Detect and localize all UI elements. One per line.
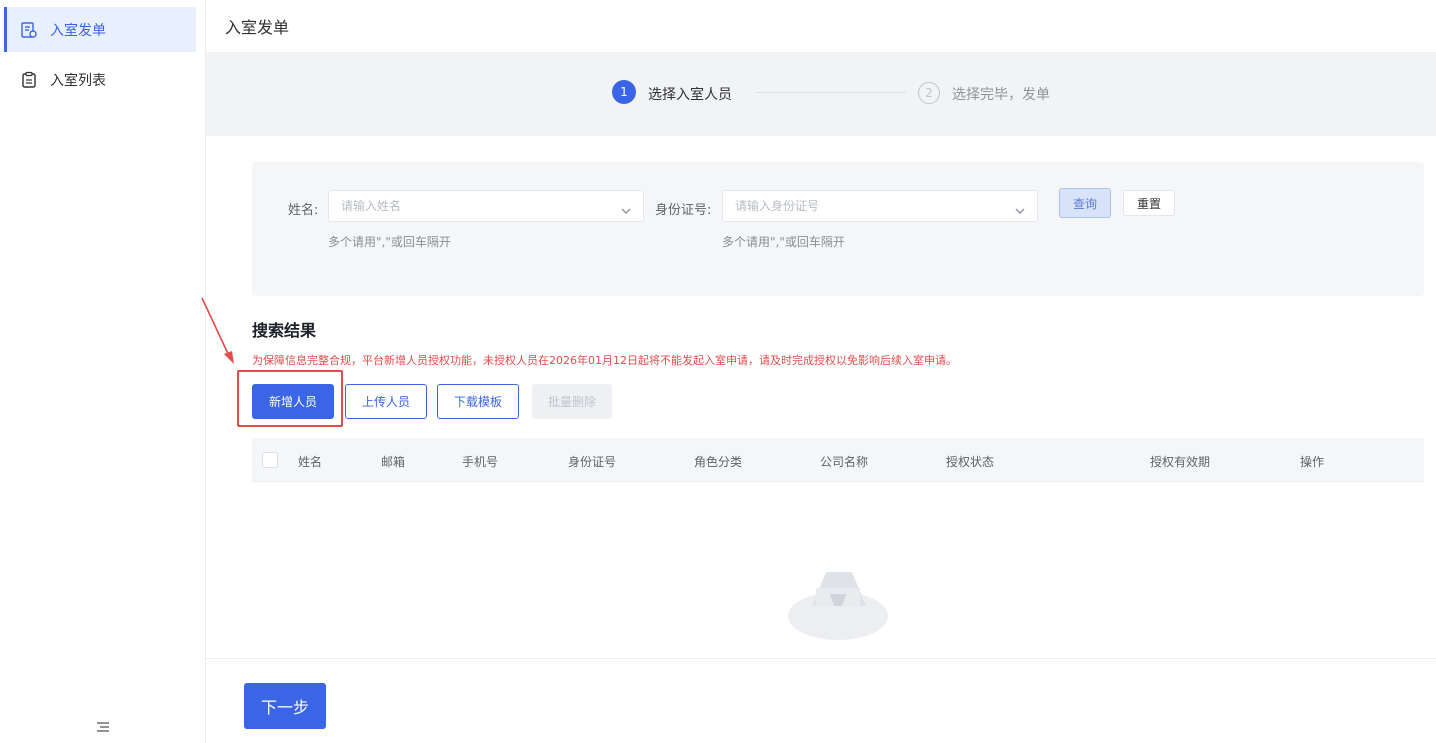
steps-bar xyxy=(206,52,1436,136)
select-all-checkbox[interactable] xyxy=(262,452,278,468)
annotation-arrow xyxy=(201,297,234,364)
form-icon xyxy=(20,21,38,39)
id-number-input[interactable] xyxy=(722,190,1038,222)
column-email: 邮箱 xyxy=(381,455,406,469)
next-step-button[interactable]: 下一步 xyxy=(244,683,326,729)
id-help-text: 多个请用","或回车隔开 xyxy=(722,235,845,249)
step-2-label: 选择完毕，发单 xyxy=(952,87,1050,103)
step-connector xyxy=(756,92,906,93)
column-name: 姓名 xyxy=(298,455,323,469)
sidebar-item-list[interactable]: 入室列表 xyxy=(4,57,196,102)
footer-bar xyxy=(206,658,1436,743)
page-title-text: 入室发单 xyxy=(225,18,290,37)
search-panel xyxy=(252,162,1424,296)
menu-fold-icon[interactable] xyxy=(94,719,112,735)
step-1-number: 1 xyxy=(612,80,636,104)
sidebar-item-label: 入室列表 xyxy=(50,72,106,89)
page-title: 入室发单 xyxy=(206,0,1436,52)
column-role: 角色分类 xyxy=(694,455,743,469)
query-button[interactable]: 查询 xyxy=(1059,188,1111,218)
reset-button[interactable]: 重置 xyxy=(1123,190,1175,216)
sidebar-item-label: 入室发单 xyxy=(50,22,106,39)
authorization-notice: 为保障信息完整合规，平台新增人员授权功能，未授权人员在2026年01月12日起将… xyxy=(252,354,957,367)
column-id-number: 身份证号 xyxy=(568,455,617,469)
sidebar-item-send-order[interactable]: 入室发单 xyxy=(4,7,196,52)
name-help-text: 多个请用","或回车隔开 xyxy=(328,235,451,249)
column-company: 公司名称 xyxy=(820,455,869,469)
upload-person-button[interactable]: 上传人员 xyxy=(345,384,427,419)
batch-delete-button: 批量删除 xyxy=(532,384,612,419)
column-auth-validity: 授权有效期 xyxy=(1150,455,1211,469)
column-auth-status: 授权状态 xyxy=(946,455,995,469)
name-input[interactable] xyxy=(328,190,644,222)
step-1-label: 选择入室人员 xyxy=(648,87,732,103)
clipboard-icon xyxy=(20,71,38,89)
column-phone: 手机号 xyxy=(462,455,499,469)
id-label: 身份证号: xyxy=(655,203,712,218)
chevron-down-icon[interactable] xyxy=(1014,201,1026,214)
empty-data-icon xyxy=(788,572,888,640)
download-template-button[interactable]: 下载模板 xyxy=(437,384,519,419)
chevron-down-icon[interactable] xyxy=(620,201,632,214)
step-2-number: 2 xyxy=(918,82,940,104)
column-actions: 操作 xyxy=(1300,455,1325,469)
results-title: 搜索结果 xyxy=(252,321,317,340)
sidebar: 入室发单 入室列表 xyxy=(0,0,206,743)
add-person-button[interactable]: 新增人员 xyxy=(252,384,334,419)
name-label: 姓名: xyxy=(288,203,319,218)
